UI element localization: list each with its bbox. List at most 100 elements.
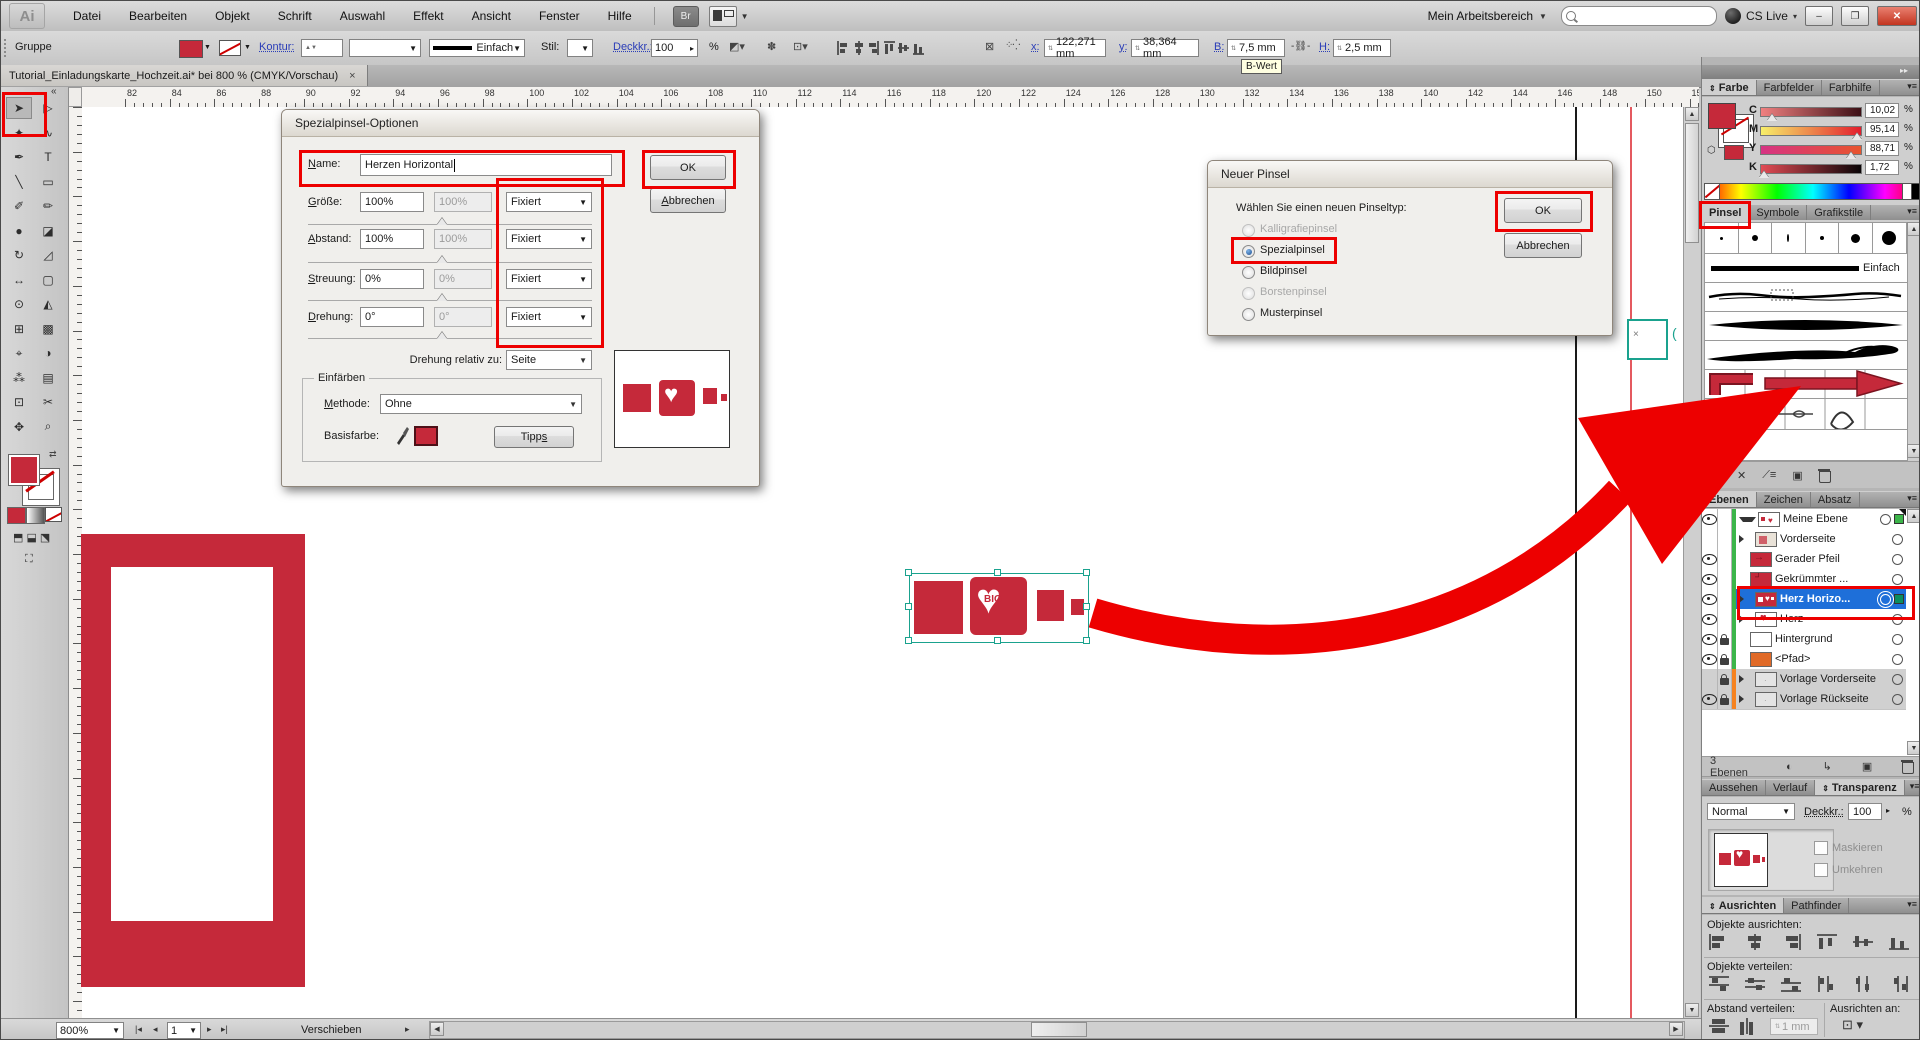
recolor-artwork-icon[interactable]: ✽ <box>767 40 776 53</box>
spinner-icon[interactable]: ▸ <box>690 44 694 53</box>
visibility-cell[interactable] <box>1702 569 1718 589</box>
close-button[interactable]: ✕ <box>1877 6 1917 26</box>
brush-scroll-up[interactable]: ▲ <box>1907 222 1920 236</box>
param-mode-dropdown-2[interactable]: Fixiert▼ <box>506 269 592 289</box>
stroke-weight-label[interactable]: Kontur: <box>259 41 294 53</box>
spin-arrows[interactable]: ⇅ <box>1231 45 1236 52</box>
menu-bearbeiten[interactable]: Bearbeiten <box>115 2 201 31</box>
param-mode-dropdown-1[interactable]: Fixiert▼ <box>506 229 592 249</box>
selection-handle[interactable] <box>905 637 912 644</box>
spin-arrows[interactable]: ⇅ <box>1048 45 1053 52</box>
shape-builder-tool[interactable]: ⊙ <box>6 293 32 315</box>
radio-spezialpinsel[interactable] <box>1242 245 1255 258</box>
panel-menu-icon[interactable]: ▾≡ <box>1902 80 1920 95</box>
swap-colors-icon[interactable]: ⇄ <box>49 449 57 460</box>
scroll-right-arrow[interactable]: ▶ <box>1669 1022 1683 1036</box>
symbol-sprayer-tool[interactable]: ⁂ <box>6 367 32 389</box>
param-slider-marker-0[interactable] <box>437 218 447 225</box>
arrange-documents-button[interactable] <box>709 6 737 27</box>
align-icon-dh[interactable] <box>928 40 941 56</box>
vertical-scrollbar[interactable]: ▲▼ <box>1683 107 1700 1018</box>
zoom-level-dropdown[interactable]: 800%▼ <box>56 1022 124 1039</box>
param-slider-marker-2[interactable] <box>437 294 447 301</box>
layer-thumbnail[interactable]: · <box>1755 692 1777 707</box>
calligraphic-brush[interactable] <box>1873 223 1907 253</box>
stroke-weight-stepper[interactable]: ▲▼ <box>301 39 343 57</box>
symbol-options-icon[interactable]: ⁘⁛ <box>1005 40 1019 51</box>
spinner-icon[interactable]: ▸ <box>1886 806 1890 815</box>
y-field[interactable]: ⇅38,364 mm <box>1131 39 1199 57</box>
radio-borstenpinsel[interactable] <box>1242 287 1255 300</box>
stroke-color-swatch[interactable] <box>219 40 241 56</box>
spin-arrows[interactable]: ▲▼ <box>305 45 317 51</box>
prev-page-icon[interactable]: ◂ <box>153 1024 158 1035</box>
radio-kalligrafiepinsel[interactable] <box>1242 224 1255 237</box>
mesh-tool[interactable]: ⊞ <box>6 318 32 340</box>
channel-value-K[interactable]: 1,72 <box>1865 160 1899 175</box>
delete-layer-icon[interactable] <box>1902 762 1914 774</box>
menu-datei[interactable]: Datei <box>59 2 115 31</box>
cmyk-cube-icon[interactable]: ⬡ <box>1707 145 1716 156</box>
align-ar-button[interactable] <box>1780 933 1804 953</box>
layer-thumbnail[interactable]: ♥ <box>1755 612 1777 627</box>
eraser-tool[interactable]: ◪ <box>35 220 61 242</box>
align-icon-am[interactable] <box>897 40 910 56</box>
tips-button[interactable]: Tipps <box>494 426 574 448</box>
layer-row[interactable]: Vorderseite <box>1702 529 1906 550</box>
black-swatch[interactable] <box>1911 183 1920 200</box>
free-transform-tool[interactable]: ▢ <box>35 269 61 291</box>
brush-libraries-icon[interactable]: 🗀 <box>1710 466 1721 485</box>
channel-slider-K[interactable] <box>1760 164 1862 174</box>
pencil-tool[interactable]: ✏ <box>35 195 61 217</box>
layer-thumbnail[interactable]: ┘ <box>1750 572 1772 587</box>
scroll-thumb[interactable] <box>1685 123 1699 243</box>
lasso-tool[interactable]: ∿ <box>35 122 61 144</box>
lock-cell[interactable] <box>1718 509 1732 529</box>
empty-text-box[interactable]: × <box>1627 319 1668 360</box>
opacity-field[interactable]: 100 <box>1848 803 1882 820</box>
menu-fenster[interactable]: Fenster <box>525 2 594 31</box>
gradient-button[interactable] <box>26 507 45 524</box>
none-button[interactable] <box>45 507 62 522</box>
lock-cell[interactable] <box>1718 629 1732 649</box>
y-label[interactable]: y: <box>1119 41 1128 53</box>
align-al-button[interactable] <box>1708 933 1732 953</box>
menu-effekt[interactable]: Effekt <box>399 2 457 31</box>
channel-value-M[interactable]: 95,14 <box>1865 122 1899 137</box>
param-slider-marker-1[interactable] <box>437 256 447 263</box>
eyedropper-tool[interactable]: ⌖ <box>6 342 32 364</box>
distribute-db-button[interactable] <box>1780 975 1804 995</box>
channel-slider-M[interactable] <box>1760 126 1862 136</box>
radio-musterpinsel[interactable] <box>1242 308 1255 321</box>
param-mode-dropdown-0[interactable]: Fixiert▼ <box>506 192 592 212</box>
layer-name[interactable]: Gekrümmter ... <box>1775 573 1848 585</box>
target-circle-icon[interactable] <box>1892 674 1903 685</box>
next-page-icon[interactable]: ▸ <box>207 1024 212 1035</box>
menu-schrift[interactable]: Schrift <box>264 2 326 31</box>
scroll-up-arrow[interactable]: ▲ <box>1685 107 1699 121</box>
visibility-cell[interactable] <box>1702 669 1718 689</box>
dock-collapse-bar[interactable] <box>1702 65 1920 80</box>
visibility-cell[interactable] <box>1702 589 1718 609</box>
ok-button[interactable]: OK <box>650 155 726 180</box>
distribute-dl-button[interactable] <box>1816 975 1840 995</box>
brush-scroll-down[interactable]: ▼ <box>1907 444 1920 458</box>
lock-cell[interactable] <box>1718 569 1732 589</box>
layer-thumbnail[interactable]: · <box>1755 672 1777 687</box>
layer-thumbnail[interactable]: ♥ <box>1758 512 1780 527</box>
calligraphic-brush[interactable] <box>1772 223 1806 253</box>
layer-row[interactable]: <Pfad> <box>1702 649 1906 670</box>
bridge-button[interactable]: Br <box>673 6 699 27</box>
lock-cell[interactable] <box>1718 589 1732 609</box>
tab-pathfinder[interactable]: Pathfinder <box>1784 898 1849 913</box>
panel-menu-icon[interactable]: ▾≡ <box>1905 780 1920 795</box>
menu-objekt[interactable]: Objekt <box>201 2 264 31</box>
align-icon-ac[interactable] <box>852 40 865 56</box>
screen-mode-icon[interactable]: ⛶ <box>25 553 33 566</box>
target-circle-icon[interactable] <box>1880 514 1891 525</box>
layer-name[interactable]: Herz <box>1780 613 1803 625</box>
height-label[interactable]: H: <box>1319 41 1330 53</box>
spezialpinsel-optionen-dialog[interactable]: Spezialpinsel-Optionen Name: Herzen Hori… <box>281 109 760 487</box>
align-at-button[interactable] <box>1816 933 1840 953</box>
fill-swatch[interactable] <box>9 455 39 485</box>
